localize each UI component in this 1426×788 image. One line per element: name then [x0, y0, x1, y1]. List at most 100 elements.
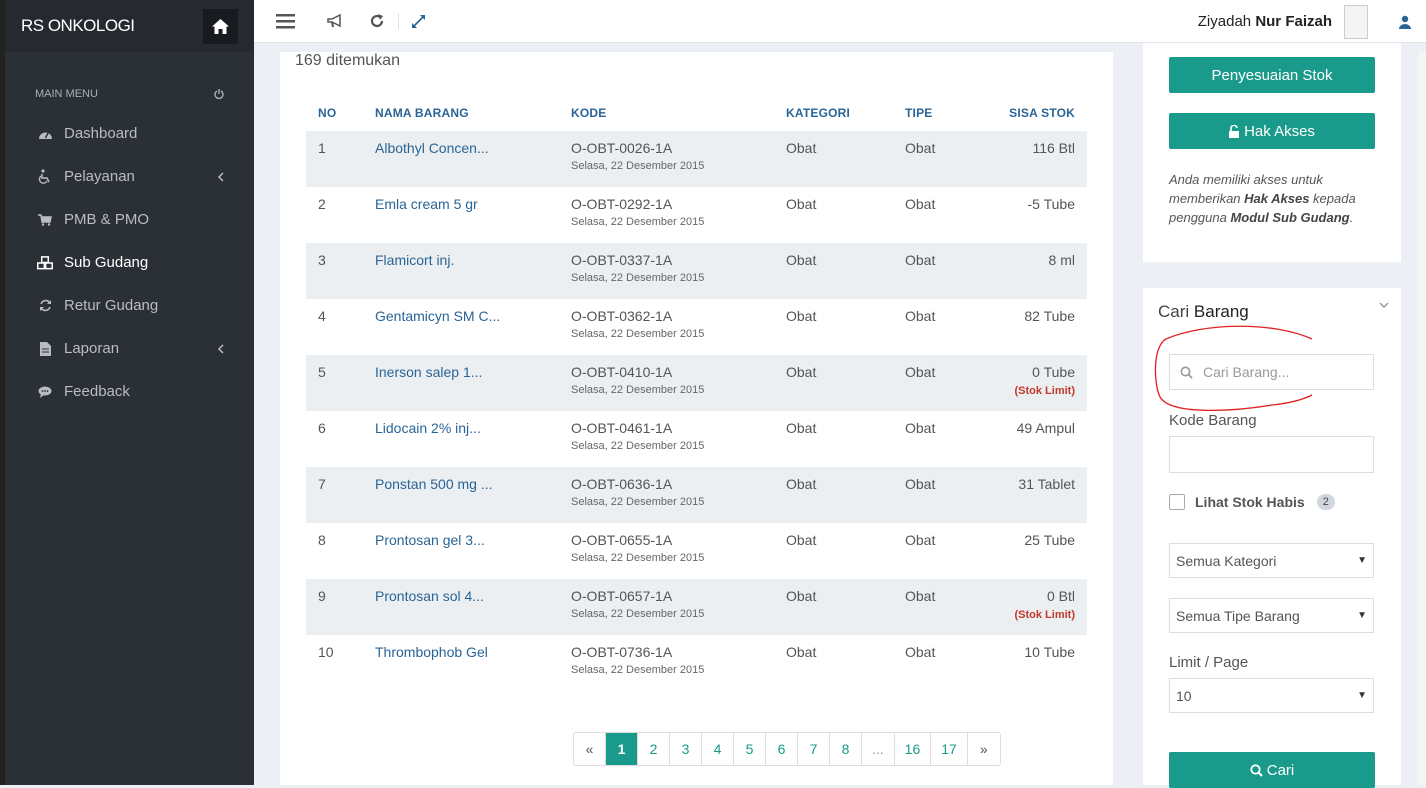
penyesuaian-stok-button[interactable]: Penyesuaian Stok — [1169, 57, 1375, 93]
page-8-button[interactable]: 8 — [830, 733, 862, 765]
fullscreen-button[interactable] — [403, 6, 433, 36]
kode-date: Selasa, 22 Desember 2015 — [571, 440, 705, 452]
kode-value: O-OBT-0461-1A — [571, 420, 673, 436]
sidebar-item-feedback[interactable]: Feedback — [5, 370, 254, 413]
result-count: 169 ditemukan — [295, 52, 400, 69]
table-row[interactable]: 7 Ponstan 500 mg ... O-OBT-0636-1A Selasa, … — [306, 467, 1087, 523]
table-row[interactable]: 9 Prontosan sol 4... O-OBT-0657-1A Selasa, … — [306, 579, 1087, 635]
cell-no: 9 — [318, 588, 326, 604]
cell-kategori: Obat — [786, 364, 817, 380]
table-body: 1 Albothyl Concen... O-OBT-0026-1A Selasa, … — [306, 131, 1087, 691]
page-scrollbar[interactable] — [1418, 52, 1426, 785]
hamburger-icon — [275, 13, 295, 28]
title-part-bold: Barang — [1193, 302, 1249, 321]
kode-date: Selasa, 22 Desember 2015 — [571, 384, 705, 396]
sidebar-item-pmb-pmo[interactable]: PMB & PMO — [5, 198, 254, 241]
info-bold-modul: Modul Sub Gudang — [1230, 210, 1350, 225]
col-header-sisa-stok[interactable]: SISA STOK — [995, 106, 1087, 120]
page-1-button[interactable]: 1 — [606, 733, 638, 765]
page-ellipsis: ... — [862, 733, 895, 765]
bullhorn-icon — [327, 14, 341, 28]
page-5-button[interactable]: 5 — [734, 733, 766, 765]
tipe-select-value: Semua Tipe Barang — [1176, 607, 1300, 624]
cell-sisa-stok: 10 Tube — [995, 644, 1087, 691]
page-2-button[interactable]: 2 — [638, 733, 670, 765]
page-next-button[interactable]: » — [967, 733, 1000, 765]
cell-nama-barang[interactable]: Thrombophob Gel — [375, 644, 571, 691]
col-header-kategori[interactable]: KATEGORI — [786, 106, 905, 120]
stok-limit-warning: (Stok Limit) — [1014, 385, 1076, 397]
page-6-button[interactable]: 6 — [766, 733, 798, 765]
cell-kategori: Obat — [786, 644, 817, 660]
announcement-button[interactable] — [320, 6, 350, 36]
kode-value: O-OBT-0362-1A — [571, 308, 673, 324]
chevron-down-icon[interactable] — [1379, 302, 1389, 309]
cell-no: 5 — [318, 364, 326, 380]
table-row[interactable]: 4 Gentamicyn SM C... O-OBT-0362-1A Selasa, … — [306, 299, 1087, 355]
kode-date: Selasa, 22 Desember 2015 — [571, 608, 705, 620]
lihat-stok-habis-row[interactable]: Lihat Stok Habis 2 — [1169, 494, 1335, 510]
hak-akses-button[interactable]: Hak Akses — [1169, 113, 1375, 149]
kode-barang-field[interactable] — [1169, 436, 1374, 473]
hak-akses-label: Hak Akses — [1244, 122, 1315, 140]
col-header-tipe[interactable]: TIPE — [905, 106, 995, 120]
cari-button[interactable]: Cari — [1169, 752, 1375, 788]
menu-toggle-button[interactable] — [270, 6, 300, 36]
reload-button[interactable] — [362, 6, 392, 36]
cell-sisa-stok: -5 Tube — [995, 196, 1087, 243]
search-input[interactable]: Cari Barang... — [1169, 354, 1374, 390]
table-row[interactable]: 6 Lidocain 2% inj... O-OBT-0461-1A Selasa, … — [306, 411, 1087, 467]
page-17-button[interactable]: 17 — [931, 733, 968, 765]
lihat-stok-habis-checkbox[interactable] — [1169, 494, 1185, 510]
table-row[interactable]: 2 Emla cream 5 gr O-OBT-0292-1A Selasa, 22 … — [306, 187, 1087, 243]
cell-nama-barang[interactable]: Gentamicyn SM C... — [375, 308, 571, 355]
sidebar-item-laporan[interactable]: Laporan — [5, 327, 254, 370]
table-row[interactable]: 3 Flamicort inj. O-OBT-0337-1A Selasa, 22 D… — [306, 243, 1087, 299]
kategori-select[interactable]: Semua Kategori ▼ — [1169, 543, 1374, 578]
page-4-button[interactable]: 4 — [702, 733, 734, 765]
caret-down-icon: ▼ — [1357, 690, 1367, 701]
table-row[interactable]: 8 Prontosan gel 3... O-OBT-0655-1A Selasa, … — [306, 523, 1087, 579]
col-header-no[interactable]: NO — [306, 106, 375, 120]
sisa-stok-value: 8 ml — [1048, 252, 1075, 268]
access-info-text: Anda memiliki akses untuk memberikan Hak… — [1169, 170, 1379, 227]
page-16-button[interactable]: 16 — [894, 733, 932, 765]
cell-nama-barang[interactable]: Prontosan gel 3... — [375, 532, 571, 579]
page-prev-button[interactable]: « — [574, 733, 606, 765]
cell-tipe: Obat — [905, 476, 936, 492]
limit-page-select[interactable]: 10 ▼ — [1169, 678, 1374, 713]
power-icon[interactable] — [214, 89, 224, 99]
page-3-button[interactable]: 3 — [670, 733, 702, 765]
cell-nama-barang[interactable]: Prontosan sol 4... — [375, 588, 571, 635]
sidebar-item-sub-gudang[interactable]: Sub Gudang — [5, 241, 254, 284]
cell-kategori: Obat — [786, 196, 817, 212]
table-row[interactable]: 10 Thrombophob Gel O-OBT-0736-1A Selasa, 22… — [306, 635, 1087, 691]
cell-nama-barang[interactable]: Inerson salep 1... — [375, 364, 571, 411]
cell-nama-barang[interactable]: Albothyl Concen... — [375, 140, 571, 187]
table-row[interactable]: 1 Albothyl Concen... O-OBT-0026-1A Selasa, … — [306, 131, 1087, 187]
cell-nama-barang[interactable]: Ponstan 500 mg ... — [375, 476, 571, 523]
sidebar-item-pelayanan[interactable]: Pelayanan — [5, 155, 254, 198]
col-header-nama[interactable]: NAMA BARANG — [375, 106, 571, 120]
cell-kode: O-OBT-0655-1A Selasa, 22 Desember 2015 — [571, 532, 786, 579]
page-7-button[interactable]: 7 — [798, 733, 830, 765]
user-area[interactable]: Ziyadah Nur Faizah — [1198, 0, 1426, 43]
sidebar-item-retur-gudang[interactable]: Retur Gudang — [5, 284, 254, 327]
cell-kategori: Obat — [786, 308, 817, 324]
user-icon[interactable] — [1398, 15, 1412, 29]
avatar[interactable] — [1344, 4, 1368, 39]
sisa-stok-value: -5 Tube — [1027, 196, 1075, 212]
kode-date: Selasa, 22 Desember 2015 — [571, 328, 705, 340]
home-button[interactable] — [203, 8, 238, 44]
cell-nama-barang[interactable]: Flamicort inj. — [375, 252, 571, 299]
cell-nama-barang[interactable]: Emla cream 5 gr — [375, 196, 571, 243]
cell-nama-barang[interactable]: Lidocain 2% inj... — [375, 420, 571, 467]
table-row[interactable]: 5 Inerson salep 1... O-OBT-0410-1A Selasa, … — [306, 355, 1087, 411]
col-header-kode[interactable]: KODE — [571, 106, 786, 120]
user-first-name: Ziyadah — [1197, 13, 1252, 30]
cell-tipe: Obat — [905, 364, 936, 380]
tipe-barang-select[interactable]: Semua Tipe Barang ▼ — [1169, 598, 1374, 633]
stok-habis-count-badge: 2 — [1316, 494, 1335, 510]
sidebar-item-dashboard[interactable]: Dashboard — [5, 112, 254, 155]
user-name[interactable]: Ziyadah Nur Faizah — [1198, 13, 1332, 30]
